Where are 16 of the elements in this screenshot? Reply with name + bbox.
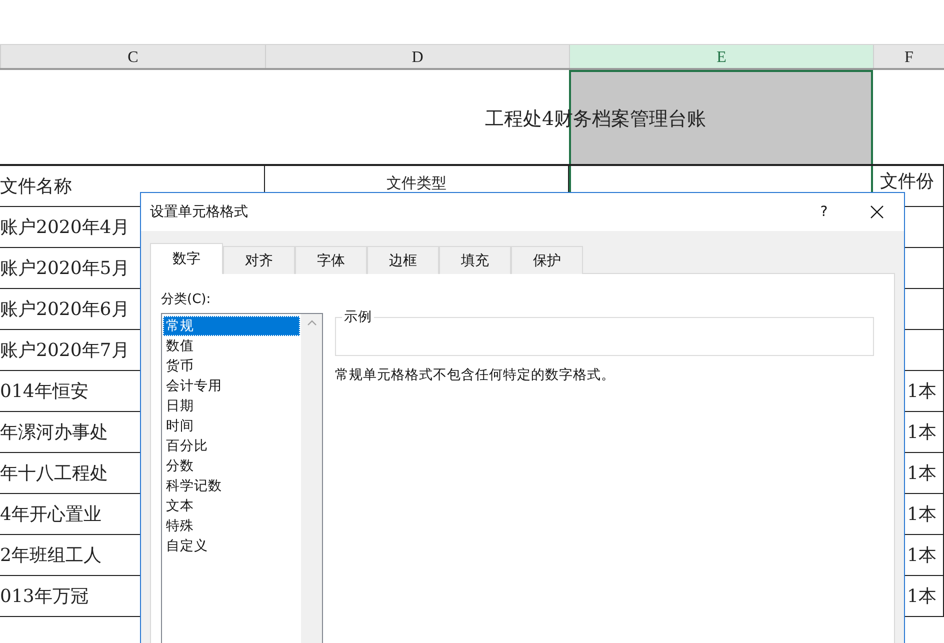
list-item[interactable]: 常规: [163, 316, 300, 336]
tab[interactable]: 字体: [295, 246, 367, 274]
tab[interactable]: 对齐: [223, 246, 295, 274]
tab[interactable]: 边框: [367, 246, 439, 274]
tab[interactable]: 数字: [150, 243, 223, 274]
category-label: 分类(C):: [161, 291, 212, 308]
scrollbar[interactable]: [301, 314, 322, 643]
help-button[interactable]: ?: [804, 193, 844, 231]
column-header[interactable]: E: [569, 45, 873, 68]
description-text: 常规单元格格式不包含任何特定的数字格式。: [335, 366, 616, 384]
tab[interactable]: 保护: [511, 246, 583, 274]
tab[interactable]: 填充: [439, 246, 511, 274]
sample-label: 示例: [343, 308, 373, 326]
chevron-up-icon[interactable]: [306, 320, 316, 326]
category-list[interactable]: 常规 数值 货币 会计专用 日期 时间 百分比 分数 科学记数 文本 特殊 自定义: [161, 313, 323, 643]
close-icon: [870, 205, 884, 219]
